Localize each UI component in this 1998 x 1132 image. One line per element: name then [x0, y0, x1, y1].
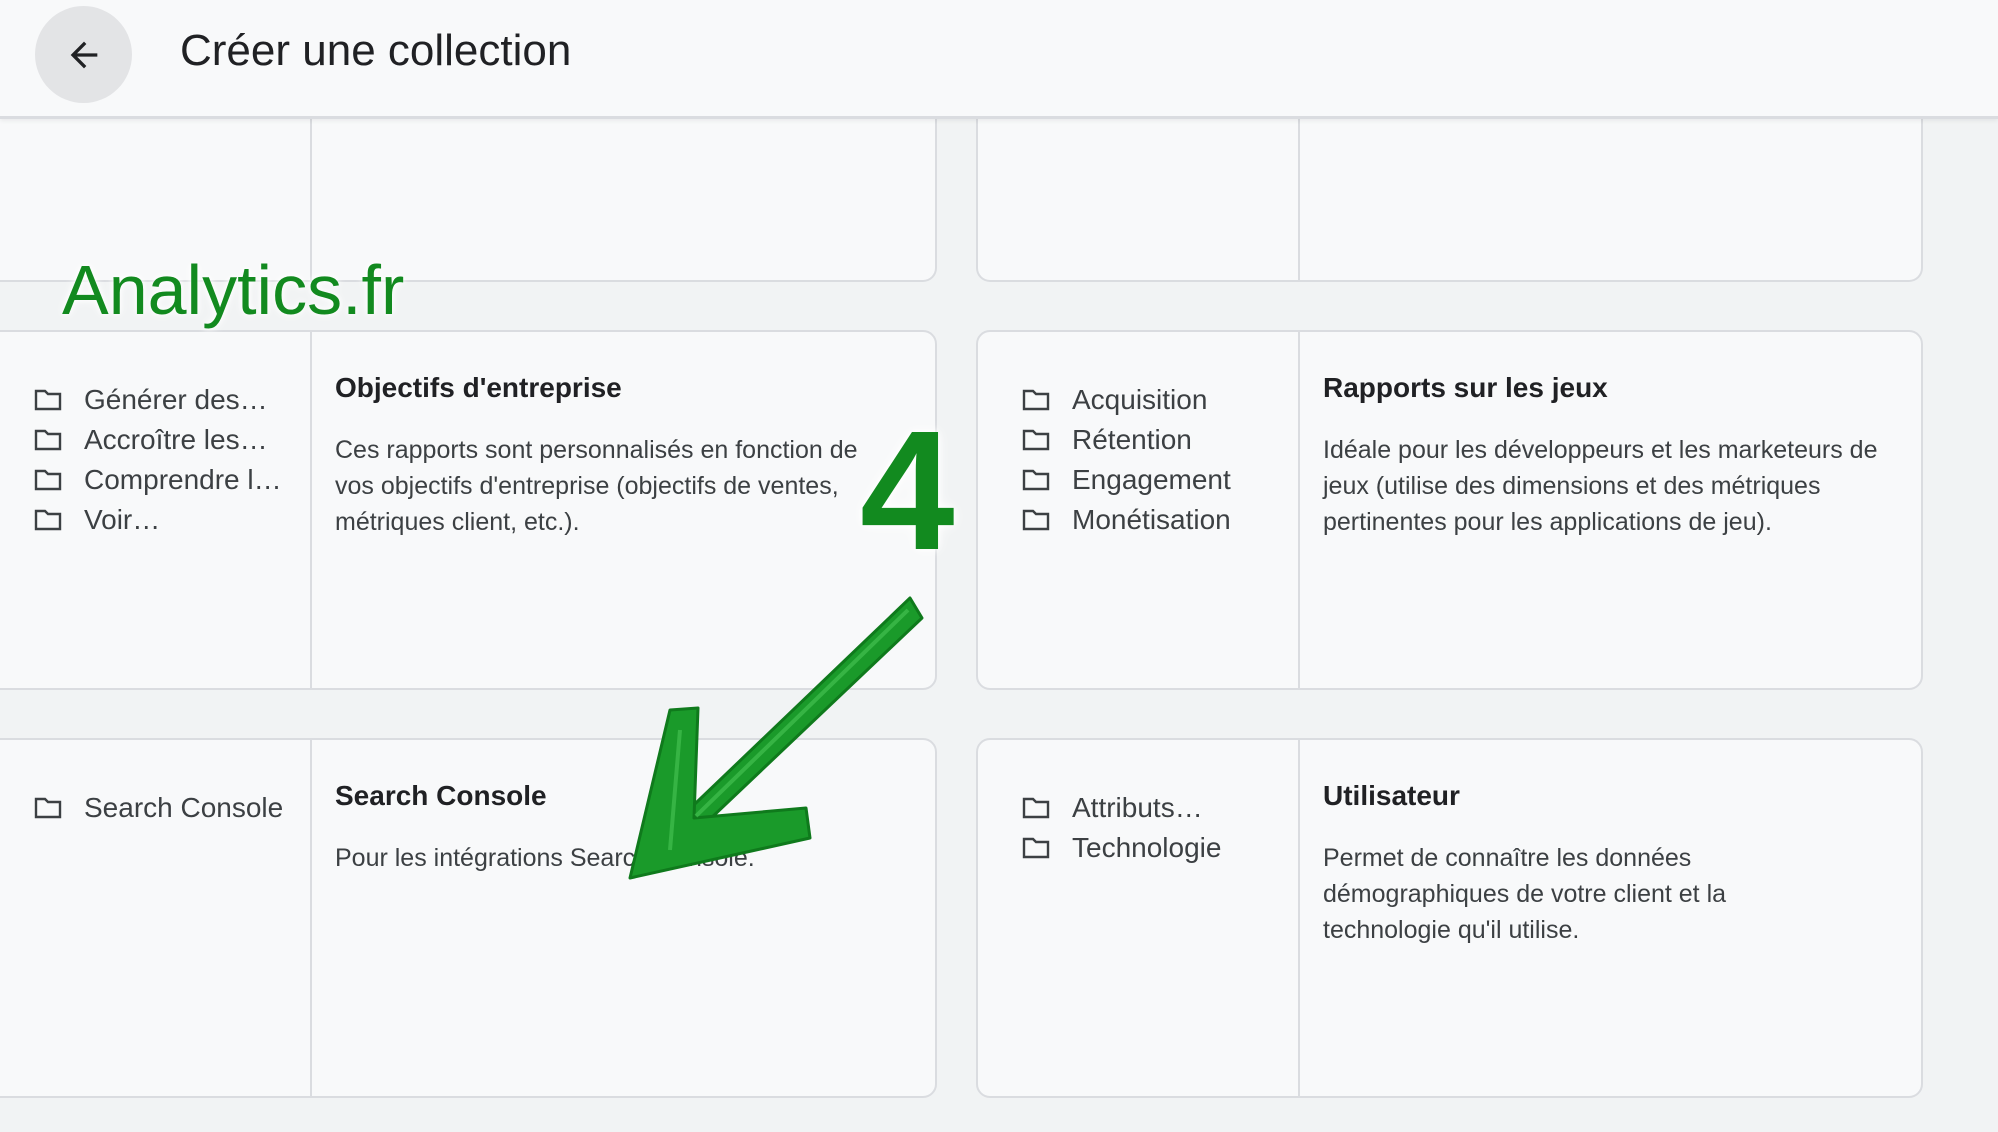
- folder-label: Technologie: [1072, 832, 1222, 863]
- step-number-annotation: 4: [860, 396, 955, 586]
- card-utilisateur[interactable]: Attributs… Technologie Utilisateur Perme…: [976, 738, 1923, 1098]
- folder-icon: [1022, 837, 1050, 859]
- folder-item[interactable]: Accroître les…: [34, 420, 282, 460]
- folder-icon: [1022, 469, 1050, 491]
- arrow-annotation-icon: [628, 596, 924, 880]
- folder-label: Accroître les…: [84, 424, 268, 455]
- folder-item[interactable]: Voir…: [34, 500, 282, 540]
- folder-icon: [34, 797, 62, 819]
- card-folder-column: Attributs… Technologie: [978, 740, 1300, 1096]
- folder-label: Engagement: [1072, 464, 1231, 495]
- folder-label: Monétisation: [1072, 504, 1231, 535]
- folder-item[interactable]: Comprendre l…: [34, 460, 282, 500]
- folder-icon: [1022, 797, 1050, 819]
- folder-list: Search Console: [34, 788, 283, 828]
- folder-item[interactable]: Rétention: [1022, 420, 1231, 460]
- folder-item[interactable]: Engagement: [1022, 460, 1231, 500]
- arrow-back-icon: [70, 41, 97, 68]
- folder-item[interactable]: Générer des…: [34, 380, 282, 420]
- page-title: Créer une collection: [180, 26, 572, 75]
- folder-label: Générer des…: [84, 384, 268, 415]
- folder-icon: [34, 389, 62, 411]
- back-button[interactable]: [35, 6, 132, 103]
- folder-icon: [1022, 509, 1050, 531]
- card-folder-column: Search Console: [0, 740, 312, 1096]
- folder-label: Search Console: [84, 792, 284, 823]
- page-header: Créer une collection: [0, 0, 1998, 119]
- folder-list: Acquisition Rétention Engagement Monétis…: [1022, 380, 1231, 540]
- card-title: Rapports sur les jeux: [1323, 372, 1608, 403]
- card-description: Ces rapports sont personnalisés en fonct…: [335, 436, 858, 536]
- folder-icon: [34, 469, 62, 491]
- folder-icon: [1022, 389, 1050, 411]
- card-title: Utilisateur: [1323, 780, 1460, 811]
- folder-item[interactable]: Search Console: [34, 788, 283, 828]
- card-folder-column: Acquisition Rétention Engagement Monétis…: [978, 332, 1300, 688]
- folder-label: Attributs…: [1072, 792, 1203, 823]
- card-description: Permet de connaître les données démograp…: [1323, 844, 1727, 944]
- folder-list: Attributs… Technologie: [1022, 788, 1221, 868]
- folder-icon: [34, 509, 62, 531]
- card-title: Search Console: [335, 780, 547, 811]
- card-rapports-jeux[interactable]: Acquisition Rétention Engagement Monétis…: [976, 330, 1923, 690]
- folder-label: Comprendre l…: [84, 464, 282, 495]
- folder-item[interactable]: Monétisation: [1022, 500, 1231, 540]
- card-folder-column: Générer des… Accroître les… Comprendre l…: [0, 332, 312, 688]
- card-title: Objectifs d'entreprise: [335, 372, 622, 403]
- folder-icon: [34, 429, 62, 451]
- card-description: Idéale pour les développeurs et les mark…: [1323, 436, 1878, 536]
- folder-item[interactable]: Technologie: [1022, 828, 1221, 868]
- folder-label: Acquisition: [1072, 384, 1208, 415]
- folder-list: Générer des… Accroître les… Comprendre l…: [34, 380, 282, 540]
- folder-item[interactable]: Acquisition: [1022, 380, 1231, 420]
- folder-label: Voir…: [84, 504, 161, 535]
- folder-icon: [1022, 429, 1050, 451]
- folder-label: Rétention: [1072, 424, 1192, 455]
- watermark-logo: Analytics.fr: [62, 251, 405, 329]
- folder-item[interactable]: Attributs…: [1022, 788, 1221, 828]
